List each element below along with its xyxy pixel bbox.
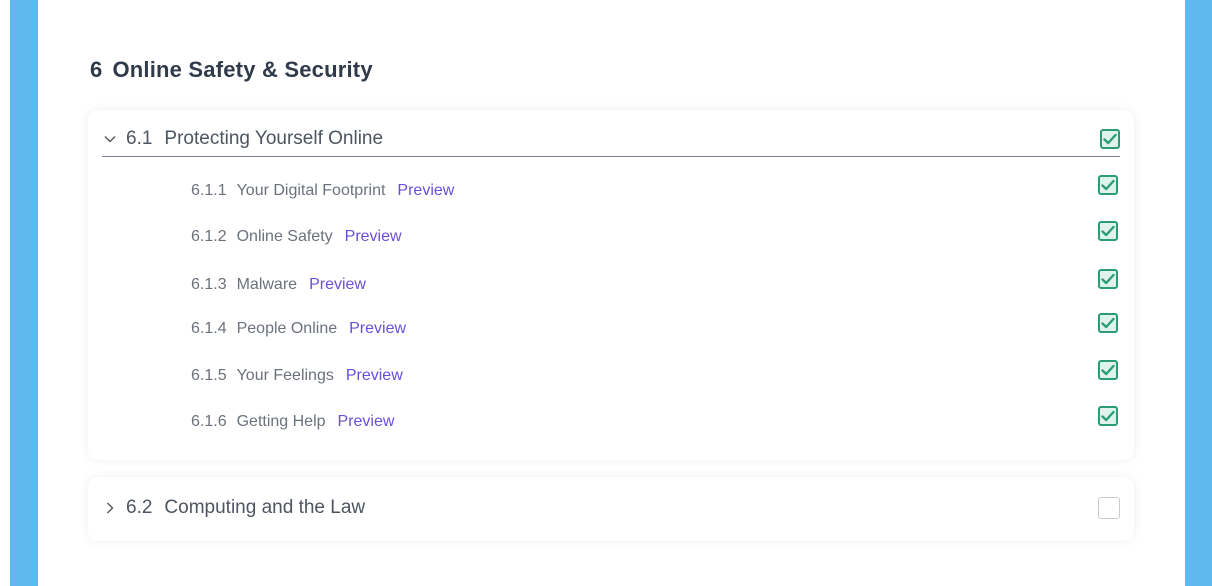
lesson-complete-checkbox[interactable] <box>1098 406 1118 426</box>
preview-link[interactable]: Preview <box>345 228 402 246</box>
lesson-item-6-1-1: 6.1.1 Your Digital Footprint Preview <box>191 175 1118 206</box>
lesson-number: 6.1.4 <box>191 320 227 337</box>
section-number: 6 <box>90 57 103 82</box>
lesson-title[interactable]: People Online <box>237 320 338 338</box>
section-title: 6 Online Safety & Security <box>90 57 373 83</box>
unit-complete-checkbox[interactable] <box>1098 497 1120 519</box>
checkmark-icon <box>1101 225 1115 237</box>
lesson-title[interactable]: Online Safety <box>237 228 333 246</box>
checkmark-icon <box>1101 410 1115 422</box>
checkmark-icon <box>1101 273 1115 285</box>
unit-complete-checkbox[interactable] <box>1100 129 1120 149</box>
lesson-title[interactable]: Your Digital Footprint <box>237 182 386 200</box>
lesson-title[interactable]: Malware <box>237 276 297 294</box>
preview-link[interactable]: Preview <box>349 320 406 338</box>
unit-number: 6.2 <box>126 497 153 518</box>
preview-link[interactable]: Preview <box>397 182 454 200</box>
preview-link[interactable]: Preview <box>346 367 403 385</box>
lesson-complete-checkbox[interactable] <box>1098 360 1118 380</box>
unit-header-6-2[interactable]: 6.2 Computing and the Law <box>102 491 1120 525</box>
lesson-title[interactable]: Your Feelings <box>237 367 334 385</box>
unit-title: Protecting Yourself Online <box>164 128 384 149</box>
course-content: 6 Online Safety & Security 6.1 Protecting… <box>38 0 1185 586</box>
lesson-complete-checkbox[interactable] <box>1098 269 1118 289</box>
unit-title: Computing and the Law <box>164 497 366 518</box>
lesson-complete-checkbox[interactable] <box>1098 175 1118 195</box>
preview-link[interactable]: Preview <box>338 413 395 431</box>
lesson-item-6-1-6: 6.1.6 Getting Help Preview <box>191 406 1118 437</box>
lesson-item-6-1-5: 6.1.5 Your Feelings Preview <box>191 360 1118 391</box>
chevron-down-icon <box>102 130 118 148</box>
unit-header-6-1[interactable]: 6.1 Protecting Yourself Online <box>102 122 1120 157</box>
lesson-number: 6.1.1 <box>191 182 227 199</box>
lesson-item-6-1-2: 6.1.2 Online Safety Preview <box>191 221 1118 252</box>
lesson-title[interactable]: Getting Help <box>237 413 326 431</box>
lesson-number: 6.1.6 <box>191 413 227 430</box>
unit-card-6-2: 6.2 Computing and the Law <box>88 477 1134 541</box>
checkmark-icon <box>1101 317 1115 329</box>
left-accent-bar <box>10 0 38 586</box>
lesson-number: 6.1.2 <box>191 228 227 245</box>
preview-link[interactable]: Preview <box>309 276 366 294</box>
lesson-complete-checkbox[interactable] <box>1098 313 1118 333</box>
right-accent-bar <box>1185 0 1212 586</box>
lesson-number: 6.1.5 <box>191 367 227 384</box>
unit-card-6-1: 6.1 Protecting Yourself Online 6.1.1 You… <box>88 110 1134 460</box>
chevron-right-icon <box>102 499 118 517</box>
lesson-item-6-1-3: 6.1.3 Malware Preview <box>191 269 1118 300</box>
checkmark-icon <box>1103 133 1117 145</box>
section-title-text: Online Safety & Security <box>112 57 373 82</box>
lesson-number: 6.1.3 <box>191 276 227 293</box>
lesson-item-6-1-4: 6.1.4 People Online Preview <box>191 313 1118 344</box>
lesson-complete-checkbox[interactable] <box>1098 221 1118 241</box>
checkmark-icon <box>1101 364 1115 376</box>
unit-number: 6.1 <box>126 128 153 149</box>
checkmark-icon <box>1101 179 1115 191</box>
